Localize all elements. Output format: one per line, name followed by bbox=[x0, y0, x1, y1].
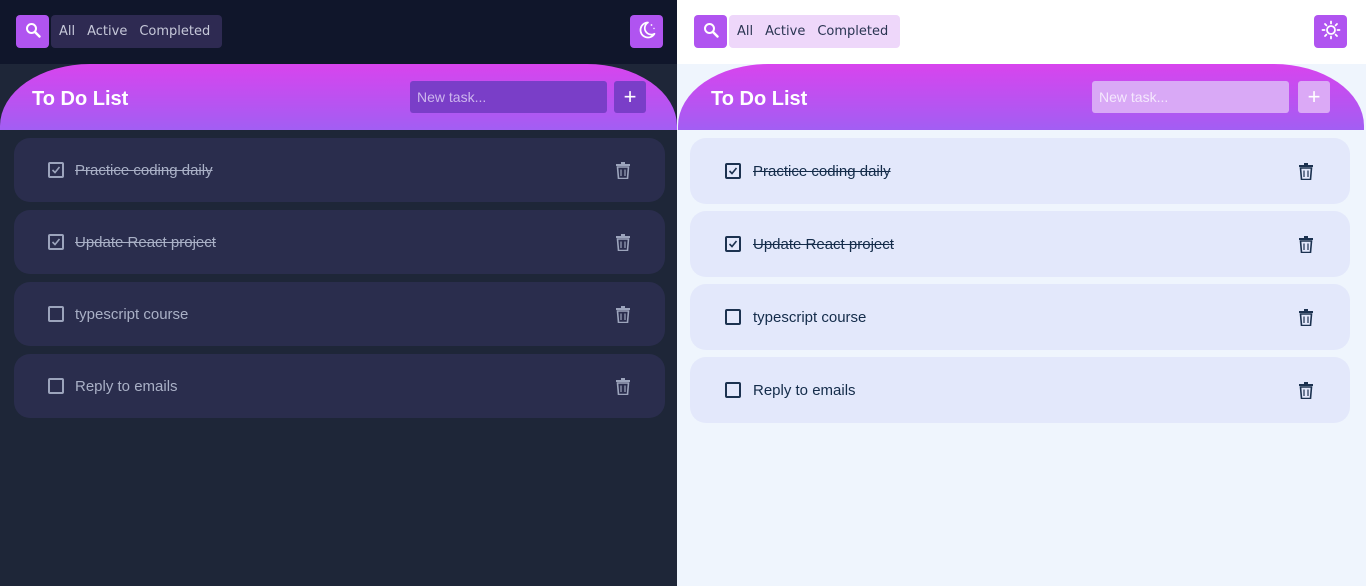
task-text: Update React project bbox=[753, 235, 894, 253]
dark-theme-pane: All Active Completed To Do List + Practi… bbox=[0, 0, 677, 586]
task-item: typescript course bbox=[690, 284, 1350, 350]
trash-icon[interactable] bbox=[615, 161, 631, 179]
filter-group: All Active Completed bbox=[51, 15, 223, 48]
trash-icon[interactable] bbox=[1298, 235, 1314, 253]
page-title: To Do List bbox=[711, 88, 808, 110]
trash-icon[interactable] bbox=[1298, 162, 1314, 180]
page-title: To Do List bbox=[32, 88, 129, 110]
trash-icon[interactable] bbox=[1298, 308, 1314, 326]
filter-group: All Active Completed bbox=[729, 15, 901, 48]
trash-icon[interactable] bbox=[615, 305, 631, 323]
search-button[interactable] bbox=[694, 15, 727, 48]
add-task-button[interactable]: + bbox=[614, 81, 646, 113]
task-item: Reply to emails bbox=[14, 354, 665, 418]
task-item: Practice coding daily bbox=[690, 138, 1350, 204]
task-checkbox[interactable] bbox=[725, 309, 741, 325]
task-checkbox[interactable] bbox=[725, 163, 741, 179]
trash-icon[interactable] bbox=[615, 233, 631, 251]
task-text: typescript course bbox=[753, 308, 867, 326]
task-item: typescript course bbox=[14, 282, 665, 346]
add-task-button[interactable]: + bbox=[1298, 81, 1330, 113]
task-item: Update React project bbox=[14, 210, 665, 274]
filter-all[interactable]: All bbox=[53, 15, 81, 48]
sun-icon bbox=[1321, 20, 1341, 44]
task-checkbox[interactable] bbox=[48, 306, 64, 322]
task-checkbox[interactable] bbox=[48, 234, 64, 250]
light-theme-pane: All Active Completed To Do List + Practi… bbox=[677, 0, 1366, 586]
task-text: Update React project bbox=[75, 233, 216, 251]
filter-active[interactable]: Active bbox=[759, 15, 811, 48]
task-text: Practice coding daily bbox=[75, 161, 213, 179]
trash-icon[interactable] bbox=[1298, 381, 1314, 399]
task-text: Reply to emails bbox=[753, 381, 856, 399]
task-item: Update React project bbox=[690, 211, 1350, 277]
search-icon bbox=[25, 22, 41, 42]
topbar: All Active Completed bbox=[0, 0, 677, 64]
task-item: Reply to emails bbox=[690, 357, 1350, 423]
task-checkbox[interactable] bbox=[725, 236, 741, 252]
new-task-input[interactable] bbox=[1092, 81, 1289, 113]
trash-icon[interactable] bbox=[615, 377, 631, 395]
theme-toggle-button[interactable] bbox=[630, 15, 663, 48]
theme-toggle-button[interactable] bbox=[1314, 15, 1347, 48]
moon-icon bbox=[637, 20, 657, 44]
search-icon bbox=[703, 22, 719, 42]
task-text: Practice coding daily bbox=[753, 162, 891, 180]
filter-all[interactable]: All bbox=[731, 15, 759, 48]
task-text: typescript course bbox=[75, 305, 189, 323]
task-checkbox[interactable] bbox=[48, 378, 64, 394]
task-checkbox[interactable] bbox=[48, 162, 64, 178]
filter-active[interactable]: Active bbox=[81, 15, 133, 48]
task-text: Reply to emails bbox=[75, 377, 178, 395]
task-item: Practice coding daily bbox=[14, 138, 665, 202]
new-task-input[interactable] bbox=[410, 81, 607, 113]
search-button[interactable] bbox=[16, 15, 49, 48]
topbar: All Active Completed bbox=[677, 0, 1366, 64]
filter-completed[interactable]: Completed bbox=[811, 15, 894, 48]
header: To Do List + bbox=[678, 64, 1364, 130]
filter-completed[interactable]: Completed bbox=[133, 15, 216, 48]
header: To Do List + bbox=[0, 64, 677, 130]
task-checkbox[interactable] bbox=[725, 382, 741, 398]
